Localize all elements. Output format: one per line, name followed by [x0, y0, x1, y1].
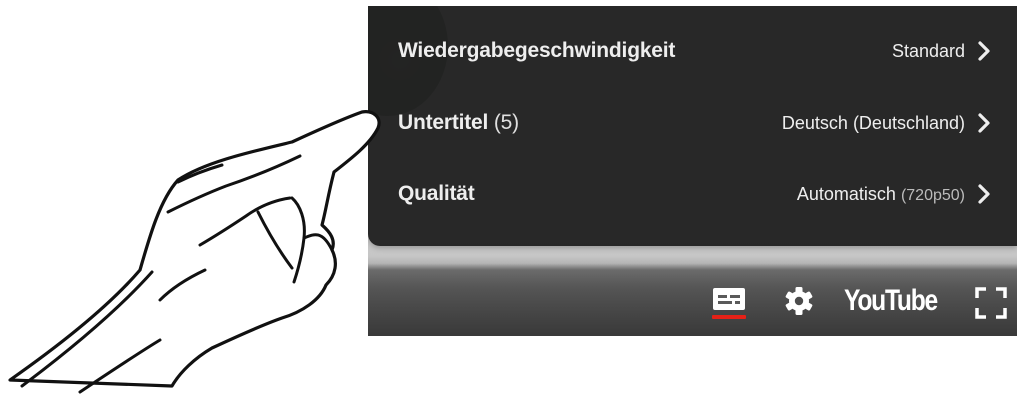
youtube-logo[interactable]: YouTube	[844, 284, 938, 318]
menu-item-label: Qualität	[398, 182, 475, 205]
menu-item-label: Untertitel (5)	[398, 111, 519, 134]
gear-icon	[785, 287, 813, 315]
subtitles-icon	[713, 288, 745, 310]
menu-item-value: Deutsch (Deutschland)	[781, 112, 965, 133]
subtitle-count: (5)	[493, 111, 519, 134]
video-player: Wiedergabegeschwindigkeit Standard Unter…	[368, 6, 1017, 336]
menu-item-value: Standard	[891, 40, 965, 61]
menu-item-subtitles[interactable]: Untertitel (5) Deutsch (Deutschland)	[368, 90, 1017, 156]
fullscreen-button[interactable]	[974, 286, 1008, 320]
settings-button[interactable]	[784, 286, 814, 318]
settings-menu: Wiedergabegeschwindigkeit Standard Unter…	[368, 6, 1017, 246]
subtitles-active-indicator	[712, 315, 746, 319]
quality-resolution: (720p50)	[900, 186, 965, 204]
menu-item-label: Wiedergabegeschwindigkeit	[398, 39, 676, 62]
subtitles-button[interactable]	[710, 286, 748, 322]
chevron-right-icon	[978, 184, 990, 204]
fullscreen-icon	[975, 287, 1007, 319]
menu-item-quality[interactable]: Qualität Automatisch (720p50)	[368, 161, 1017, 227]
chevron-right-icon	[978, 41, 990, 61]
player-controls: YouTube	[368, 256, 1017, 336]
chevron-right-icon	[978, 113, 990, 133]
menu-item-playback-speed[interactable]: Wiedergabegeschwindigkeit Standard	[368, 18, 1017, 84]
menu-item-value: Automatisch (720p50)	[796, 183, 965, 204]
